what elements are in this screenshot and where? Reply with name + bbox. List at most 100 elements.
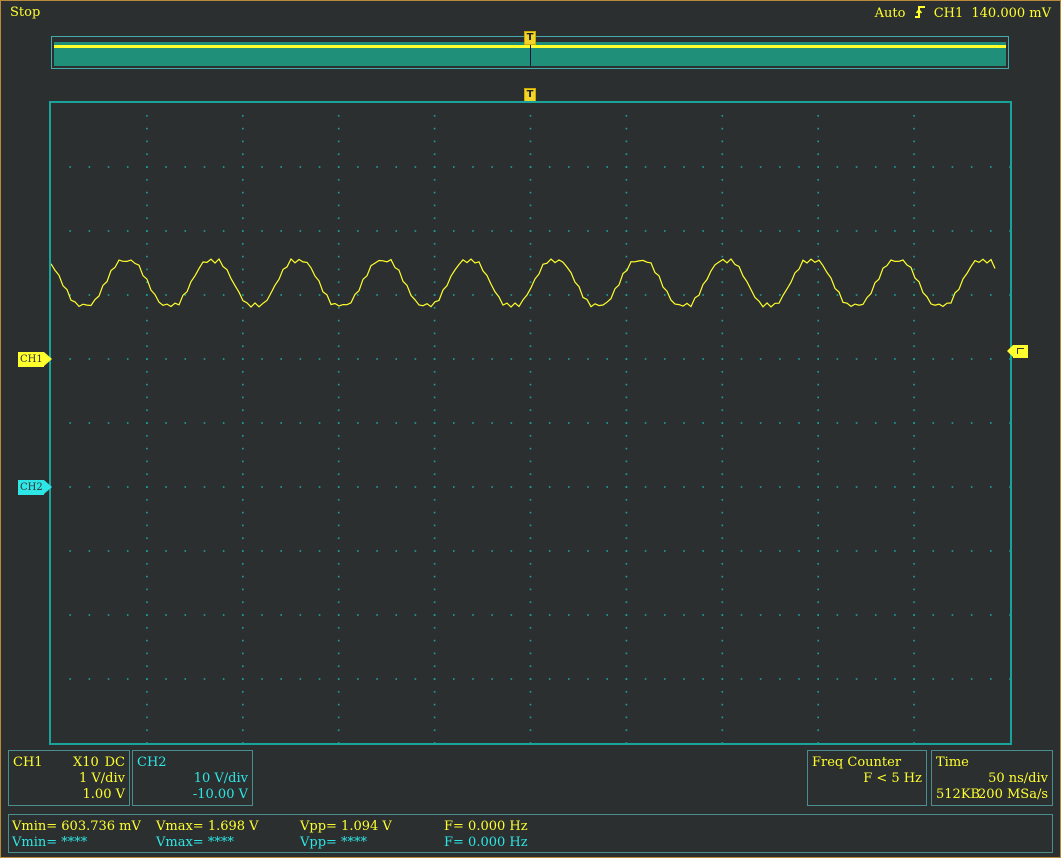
graticule-dot (242, 358, 244, 360)
graticule-dot (721, 179, 724, 181)
graticule-dot (817, 422, 819, 424)
graticule-dot (242, 345, 244, 347)
trigger-position-marker[interactable]: T (524, 88, 536, 102)
graticule-dot (203, 358, 206, 360)
graticule-dot (242, 230, 244, 232)
graticule-dot (625, 435, 628, 437)
graticule-dot (337, 729, 340, 731)
graticule-dot (779, 294, 781, 296)
graticule-dot (433, 588, 436, 591)
graticule-dot (817, 153, 819, 155)
graticule-dot (663, 358, 666, 360)
graticule-dot (1009, 230, 1010, 232)
freq-counter-panel[interactable]: Freq Counter F < 5 Hz (807, 750, 927, 806)
graticule-dot (836, 166, 839, 168)
graticule-dot (625, 742, 628, 743)
graticule-dot (433, 409, 436, 411)
graticule-dot (817, 716, 819, 719)
graticule-dot (318, 486, 321, 488)
graticule-dot (433, 127, 436, 130)
graticule-dot (913, 281, 915, 283)
graticule-dot (299, 614, 302, 616)
graticule-dot (146, 652, 148, 655)
ch2-offset-marker[interactable]: CH2 (18, 480, 52, 495)
graticule-dot (529, 537, 532, 539)
graticule-dot (548, 614, 551, 616)
graticule-dot (913, 716, 915, 719)
graticule-dot (683, 486, 685, 488)
graticule-dot (337, 422, 340, 424)
trigger-level-marker[interactable] (1007, 345, 1028, 358)
graticule-dot (146, 486, 148, 488)
graticule-dot (625, 550, 628, 552)
graticule-dot (433, 243, 436, 245)
run-status[interactable]: Stop (10, 5, 40, 20)
graticule-dot (146, 563, 148, 565)
graticule-dot (625, 191, 628, 194)
graticule-dot (146, 140, 148, 143)
graticule-dot (721, 742, 724, 743)
ch1-vmax: Vmax= 1.698 V (156, 819, 259, 834)
ch2-offset: -10.00 V (192, 787, 248, 802)
graticule-dot (817, 281, 819, 283)
graticule-dot (625, 601, 628, 603)
graticule-dot (433, 716, 436, 719)
graticule-dot (529, 563, 532, 565)
graticule-dot (146, 204, 148, 207)
graticule-dot (242, 447, 244, 450)
graticule-dot (414, 422, 417, 424)
graticule-dot (433, 524, 436, 527)
graticule-dot (529, 435, 532, 437)
graticule-dot (817, 652, 819, 655)
graticule-dot (510, 678, 513, 680)
graticule-dot (203, 294, 206, 296)
graticule-dot (529, 230, 532, 232)
graticule-dot (913, 665, 915, 667)
graticule-dot (433, 486, 436, 488)
graticule-dot (817, 703, 819, 706)
graticule-dot (951, 358, 954, 360)
graticule-dot (587, 614, 589, 616)
graticule-dot (357, 614, 359, 616)
graticule-dot (510, 358, 513, 360)
graticule-dot (817, 665, 819, 667)
graticule-dot (702, 614, 704, 616)
timebase-panel[interactable]: Time 50 ns/div 512KB 200 MSa/s (931, 750, 1053, 806)
graticule-dot (625, 511, 628, 514)
waveform-display[interactable] (49, 101, 1012, 745)
overview-trigger-marker[interactable]: T (524, 31, 536, 45)
graticule-dot (242, 486, 244, 488)
ch2-settings-panel[interactable]: CH2 10 V/div -10.00 V (132, 750, 253, 806)
graticule-dot (222, 294, 225, 296)
graticule-dot (280, 614, 282, 616)
graticule-dot (817, 627, 819, 629)
rising-edge-icon (914, 6, 930, 21)
graticule-dot (568, 294, 570, 296)
ch1-settings-panel[interactable]: CH1 X10 DC 1 V/div 1.00 V (8, 750, 130, 806)
graticule-dot (472, 166, 474, 168)
graticule-dot (242, 255, 244, 258)
graticule-dot (222, 166, 225, 168)
graticule-dot (913, 115, 915, 117)
graticule-dot (146, 422, 148, 424)
ch1-offset-marker[interactable]: CH1 (18, 352, 52, 367)
graticule-dot (721, 268, 724, 271)
graticule-dot (337, 486, 340, 488)
graticule-dot (529, 371, 532, 373)
graticule-dot (126, 422, 129, 424)
graticule-dot (817, 115, 819, 117)
graticule-dot (222, 678, 225, 680)
graticule-dot (529, 524, 532, 527)
graticule-dot (663, 230, 666, 232)
graticule-dot (721, 703, 724, 706)
graticule-dot (894, 294, 896, 296)
measurements-bar[interactable]: Vmin= 603.736 mV Vmax= 1.698 V Vpp= 1.09… (8, 814, 1053, 853)
graticule-dot (472, 358, 474, 360)
trigger-info[interactable]: Auto CH1 140.000 mV (871, 5, 1051, 21)
graticule-dot (759, 550, 762, 552)
graticule-dot (836, 614, 839, 616)
graticule-dot (529, 255, 532, 258)
graticule-dot (721, 588, 724, 591)
graticule-dot (913, 435, 915, 437)
graticule-dot (913, 396, 915, 399)
